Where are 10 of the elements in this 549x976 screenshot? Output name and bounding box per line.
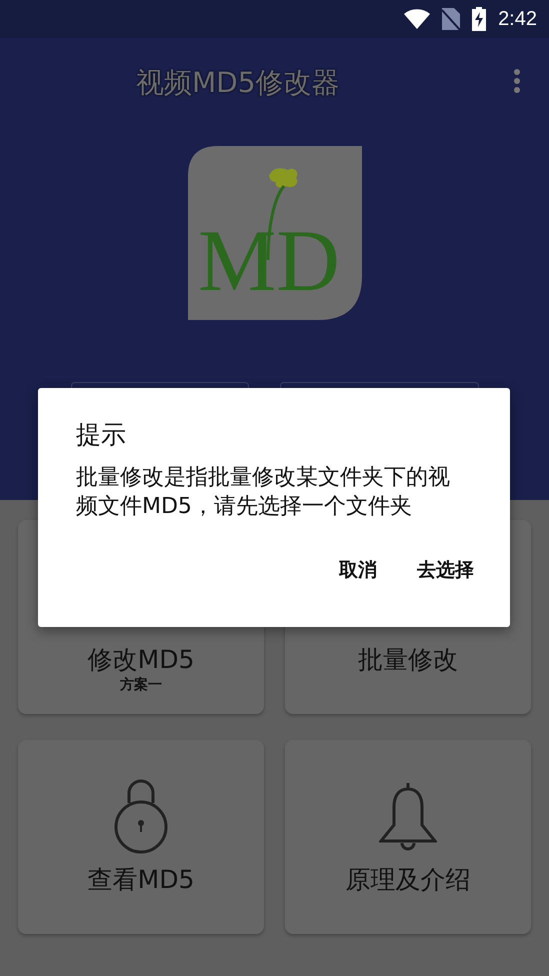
status-time: 2:42 [498,8,537,30]
app-title: 视频MD5修改器 [136,65,340,101]
dialog-title: 提示 [76,419,127,451]
card-label: 批量修改 [358,644,458,676]
app-logo: MD [188,146,362,320]
card-label: 原理及介绍 [346,864,470,896]
card-label: 查看MD5 [88,864,194,896]
card-label: 修改MD5 [88,644,194,676]
dialog-message: 批量修改是指批量修改某文件夹下的视频文件MD5，请先选择一个文件夹 [76,464,451,521]
card-sublabel: 方案一 [120,676,162,694]
